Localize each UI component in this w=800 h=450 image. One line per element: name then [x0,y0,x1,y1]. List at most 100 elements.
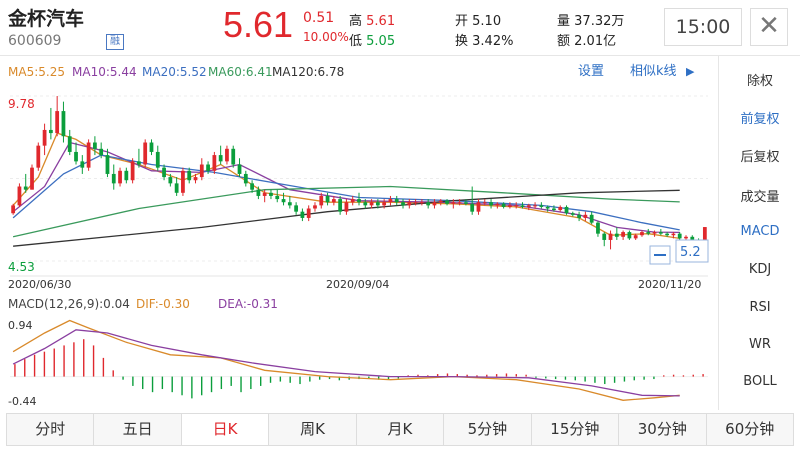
sidebar-item-forward-adjust[interactable]: 前复权 [719,108,800,127]
ma60-legend: MA60:6.41 [208,65,273,79]
kline-chart[interactable]: MA5:5.25 MA10:5.44 MA20:5.52 MA60:6.41 M… [0,56,718,411]
candle-body [608,233,613,240]
sidebar-item-kdj[interactable]: KDJ [719,262,800,277]
candle-body [80,161,85,168]
sidebar-item-ex-rights[interactable]: 除权 [719,70,800,89]
candle-body [602,233,607,240]
dea-legend: DEA:-0.31 [218,297,278,311]
tab-60min[interactable]: 60分钟 [707,414,793,445]
candle-body [36,145,41,168]
candle-body [143,142,148,165]
stock-code: 600609 [8,33,62,49]
candle-body [451,202,456,204]
candle-body [212,155,217,171]
candle-body [319,195,324,206]
candle-body [583,214,588,218]
candle-body [55,111,60,134]
sidebar-item-rsi[interactable]: RSI [719,300,800,315]
margin-badge: 融 [106,34,124,50]
candle-body [130,161,135,181]
low-label: 低 [349,34,363,49]
tab-five-day[interactable]: 五日 [94,414,182,445]
ma-lines [12,132,680,247]
amount-label: 额 [557,34,571,49]
tab-15min[interactable]: 15分钟 [532,414,620,445]
candle-body [294,205,299,212]
candle-body [74,151,78,162]
candle-body [596,222,600,234]
tab-monthly-k[interactable]: 月K [357,414,445,445]
candle-body [225,148,229,162]
candle-body [564,206,569,214]
candle-body [489,202,493,206]
open-label: 开 [455,14,469,29]
high-stat: 高 5.61 [349,10,395,29]
candle-body [300,211,305,218]
candle-body [658,232,663,234]
candle-body [193,177,198,181]
sidebar-item-volume[interactable]: 成交量 [719,186,800,205]
candle-body [350,199,355,203]
candle-body [665,233,670,236]
period-tabs: 分时 五日 日K 周K 月K 5分钟 15分钟 30分钟 60分钟 [6,413,794,446]
candle-body [338,199,343,212]
sidebar-item-boll[interactable]: BOLL [719,374,800,389]
candle-body [118,170,122,184]
candle-body [162,167,166,178]
candle-body [476,202,481,212]
candle-body [514,205,519,207]
volume-label: 量 [557,14,571,29]
candle-body [137,161,141,165]
candle-body [614,233,619,237]
candle-body [375,202,380,206]
price-max-label: 9.78 [8,97,35,111]
candle-body [174,183,179,193]
candle-body [155,151,160,168]
candle-body [206,164,210,171]
candle-body [501,203,506,207]
candle-body [633,235,638,239]
tab-weekly-k[interactable]: 周K [269,414,357,445]
candle-body [470,203,475,212]
last-value-marker-text: 5.2 [680,245,701,260]
candle-body [231,148,236,165]
candle-body [99,148,104,156]
sidebar-item-backward-adjust[interactable]: 后复权 [719,146,800,165]
low-value: 5.05 [366,34,396,49]
price-min-label: 4.53 [8,260,35,274]
candle-body [243,173,248,184]
high-value: 5.61 [366,14,396,29]
turnover-label: 换 [455,34,469,49]
candle-body [652,232,657,234]
candle-body [30,167,34,190]
tab-5min[interactable]: 5分钟 [444,414,532,445]
time-selector[interactable]: 15:00 [664,8,742,46]
similar-k-link[interactable]: 相似k线 [630,64,677,79]
price-change: 0.51 [303,10,335,26]
candle-body [325,195,330,203]
sidebar-item-macd[interactable]: MACD [719,224,800,239]
tab-daily-k[interactable]: 日K [181,414,270,445]
date-label-start: 2020/06/30 [8,278,71,291]
candle-body [105,155,110,174]
candle-body [275,195,280,200]
dif-line [12,319,680,401]
candle-body [93,142,97,149]
candle-body [331,199,336,203]
chart-area[interactable]: MA5:5.25 MA10:5.44 MA20:5.52 MA60:6.41 M… [0,55,718,410]
low-stat: 低 5.05 [349,30,395,49]
macd-min-label: -0.44 [8,395,36,408]
sidebar-item-wr[interactable]: WR [719,337,800,352]
candle-body [558,206,563,211]
tab-30min[interactable]: 30分钟 [619,414,707,445]
candle-body [237,164,242,174]
candle-body [111,173,116,184]
tab-intraday[interactable]: 分时 [7,414,95,445]
date-label-end: 2020/11/20 [638,278,701,291]
settings-link[interactable]: 设置 [578,64,604,79]
macd-chart [10,319,708,401]
similar-k-arrow-icon[interactable]: ▶ [686,65,695,78]
high-label: 高 [349,14,363,29]
candle-body [545,206,550,209]
close-icon[interactable]: ✕ [750,8,788,46]
